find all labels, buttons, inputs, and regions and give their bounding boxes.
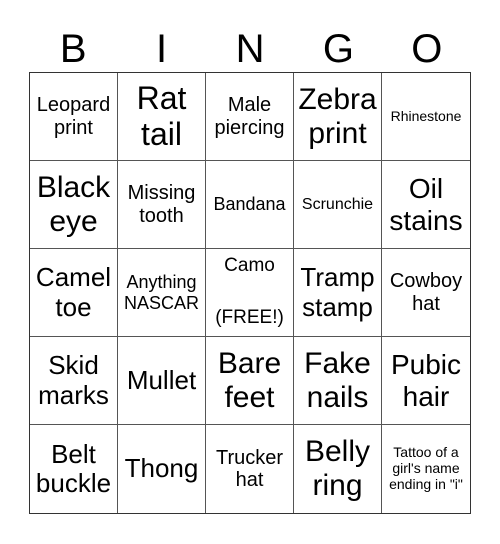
bingo-cell[interactable]: Male piercing — [206, 73, 294, 161]
bingo-cell[interactable]: Thong — [118, 425, 206, 513]
bingo-cell[interactable]: Cowboy hat — [382, 249, 470, 337]
bingo-cell[interactable]: Zebra print — [294, 73, 382, 161]
header-letter-i: I — [156, 27, 168, 71]
bingo-cell[interactable]: Leopard print — [30, 73, 118, 161]
header-letter-o: O — [411, 27, 443, 71]
bingo-cell[interactable]: Fake nails — [294, 337, 382, 425]
bingo-cell[interactable]: Rat tail — [118, 73, 206, 161]
bingo-cell[interactable]: Tramp stamp — [294, 249, 382, 337]
bingo-cell[interactable]: Missing tooth — [118, 161, 206, 249]
header-letter-b: B — [59, 27, 87, 71]
bingo-cell[interactable]: Tattoo of a girl's name ending in "i" — [382, 425, 470, 513]
bingo-cell[interactable]: Black eye — [30, 161, 118, 249]
free-space-marker: (FREE!) — [215, 306, 284, 328]
free-space-label: Camo — [224, 255, 275, 276]
header-letter-g: G — [322, 27, 354, 71]
bingo-cell[interactable]: Bare feet — [206, 337, 294, 425]
header-letter-n: N — [235, 27, 265, 71]
bingo-cell[interactable]: Mullet — [118, 337, 206, 425]
bingo-cell[interactable]: Trucker hat — [206, 425, 294, 513]
bingo-cell[interactable]: Camel toe — [30, 249, 118, 337]
bingo-header: B I N G O — [29, 20, 471, 72]
bingo-cell[interactable]: Belly ring — [294, 425, 382, 513]
bingo-cell[interactable]: Belt buckle — [30, 425, 118, 513]
bingo-cell[interactable]: Bandana — [206, 161, 294, 249]
bingo-cell[interactable]: Oil stains — [382, 161, 470, 249]
bingo-grid: Leopard print Rat tail Male piercing Zeb… — [29, 72, 471, 514]
bingo-cell[interactable]: Pubic hair — [382, 337, 470, 425]
bingo-cell[interactable]: Anything NASCAR — [118, 249, 206, 337]
bingo-cell[interactable]: Scrunchie — [294, 161, 382, 249]
bingo-cell[interactable]: Rhinestone — [382, 73, 470, 161]
free-space-cell[interactable]: Camo (FREE!) — [206, 249, 294, 337]
bingo-cell[interactable]: Skid marks — [30, 337, 118, 425]
